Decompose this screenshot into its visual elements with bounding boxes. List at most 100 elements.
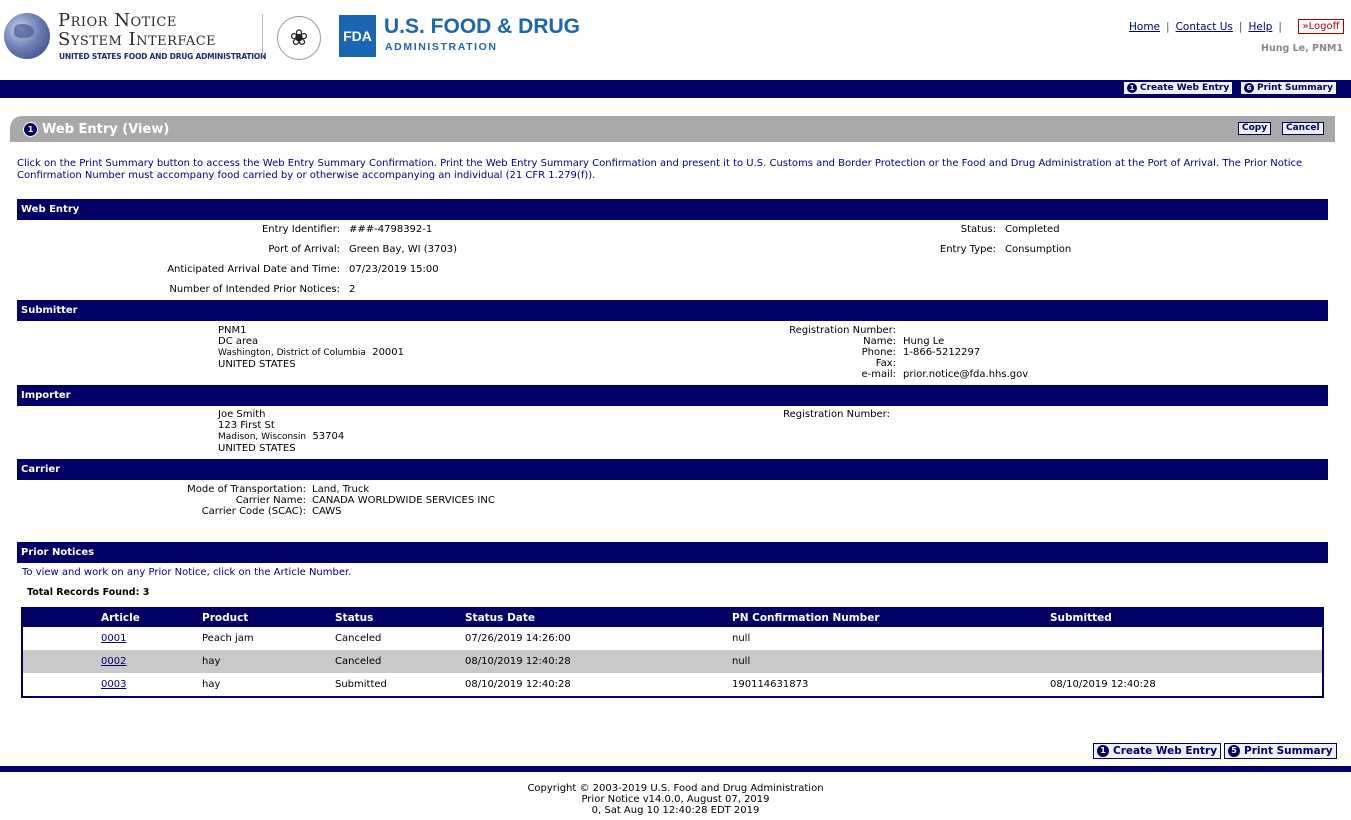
logoff-button[interactable]: »Logoff: [1298, 19, 1344, 34]
carrier-code-value: CAWS: [312, 506, 342, 517]
carrier-section-header: Carrier: [17, 459, 1328, 480]
submitter-section-header: Submitter: [17, 300, 1328, 321]
page-title-bar: [10, 116, 1335, 142]
footer-copyright: Copyright © 2003-2019 U.S. Food and Drug…: [527, 783, 824, 794]
submitter-line1: PNM1: [218, 325, 247, 336]
col-product: Product: [202, 608, 335, 627]
article-link[interactable]: 0003: [101, 679, 126, 690]
hhs-eagle-icon: ❀: [277, 16, 321, 60]
fda-mark: FDA: [339, 15, 376, 57]
total-records: Total Records Found: 3: [27, 587, 150, 598]
importer-city-line: Madison, Wisconsin 53704: [218, 431, 344, 443]
app-logo-title: Prior Notice System Interface: [58, 11, 216, 49]
footer-bar: [0, 766, 1351, 772]
help-link[interactable]: Help: [1248, 21, 1272, 33]
logo-subtitle: UNITED STATES FOOD AND DRUG ADMINISTRATI…: [59, 52, 267, 61]
submitter-zip: 20001: [372, 347, 405, 358]
status-label: Status:: [960, 224, 996, 235]
importer-section-header: Importer: [17, 385, 1328, 406]
footer-version: Prior Notice v14.0.0, August 07, 2019: [581, 794, 770, 805]
submitter-fax-label: Fax:: [875, 358, 896, 369]
header-divider: [262, 14, 263, 58]
intended-notices-value: 2: [349, 284, 356, 295]
importer-country: UNITED STATES: [218, 443, 296, 454]
prior-notices-instruction: To view and work on any Prior Notice, cl…: [22, 567, 352, 578]
col-status-date: Status Date: [465, 608, 732, 627]
submitter-reg-label: Registration Number:: [789, 325, 896, 336]
page-title: Web Entry (View): [42, 122, 170, 137]
row-submitted: [1050, 627, 1323, 650]
carrier-labels: Mode of Transportation: Carrier Name: Ca…: [140, 484, 306, 517]
submitter-address: PNM1 DC area Washington, District of Col…: [218, 325, 404, 370]
table-row: 0002 hay Canceled 08/10/2019 12:40:28 nu…: [22, 650, 1323, 673]
col-submitted: Submitted: [1050, 608, 1323, 627]
create-web-entry-button-top[interactable]: 1 Create Web Entry: [1123, 81, 1234, 95]
entry-identifier-value: ###-4798392-1: [349, 224, 433, 235]
carrier-name-value: CANADA WORLDWIDE SERVICES INC: [312, 495, 495, 506]
importer-reg-label: Registration Number:: [783, 409, 890, 420]
cancel-button[interactable]: Cancel: [1282, 122, 1324, 135]
importer-line1: Joe Smith: [218, 409, 266, 420]
entry-identifier-label: Entry Identifier:: [261, 224, 340, 235]
article-link[interactable]: 0001: [101, 633, 126, 644]
prior-notices-section-header: Prior Notices: [17, 542, 1328, 563]
link-separator: |: [1166, 21, 1170, 33]
col-pn-confirmation: PN Confirmation Number: [732, 608, 1050, 627]
row-submitted: 08/10/2019 12:40:28: [1050, 679, 1156, 690]
create-web-entry-label: Create Web Entry: [1113, 745, 1218, 757]
row-status: Canceled: [335, 633, 382, 644]
footer-timestamp: 0, Sat Aug 10 12:40:28 EDT 2019: [591, 805, 760, 816]
print-summary-button-bottom[interactable]: 5 Print Summary: [1224, 743, 1337, 759]
print-summary-label: Print Summary: [1244, 745, 1333, 757]
arrival-value: 07/23/2019 15:00: [349, 264, 439, 275]
carrier-mode-label: Mode of Transportation:: [187, 484, 306, 495]
web-entry-section-header: Web Entry: [17, 199, 1328, 220]
step-number-icon: 1: [1127, 83, 1137, 93]
article-link[interactable]: 0002: [101, 656, 126, 667]
row-pn-confirmation: 190114631873: [732, 679, 809, 690]
link-separator: |: [1278, 21, 1282, 33]
importer-address: Joe Smith 123 First St Madison, Wisconsi…: [218, 409, 344, 454]
submitter-phone-label: Phone:: [861, 347, 896, 358]
entry-type-value: Consumption: [1005, 244, 1072, 255]
entry-type-label: Entry Type:: [939, 244, 996, 255]
logo-title-line2: System Interface: [58, 29, 217, 50]
col-article: Article: [22, 608, 202, 627]
print-summary-label: Print Summary: [1257, 83, 1333, 93]
globe-land-icon: [14, 24, 34, 38]
carrier-code-label: Carrier Code (SCAC):: [201, 506, 306, 517]
fda-name: U.S. FOOD & DRUG: [384, 15, 581, 38]
create-web-entry-button-bottom[interactable]: 1 Create Web Entry: [1093, 743, 1222, 759]
step-number-icon: 5: [1228, 745, 1240, 757]
submitter-name-value: Hung Le: [903, 336, 945, 347]
submitter-phone-value: 1-866-5212297: [903, 347, 981, 358]
col-status: Status: [335, 608, 465, 627]
row-product: hay: [202, 679, 221, 690]
step-number-icon: 1: [1097, 745, 1109, 757]
importer-state: Wisconsin: [261, 432, 307, 442]
home-link[interactable]: Home: [1129, 21, 1160, 33]
logo-title-line1: Prior Notice: [58, 10, 177, 31]
port-of-arrival-label: Port of Arrival:: [268, 244, 340, 255]
table-header-row: Article Product Status Status Date PN Co…: [22, 608, 1323, 627]
arrival-label: Anticipated Arrival Date and Time:: [167, 264, 340, 275]
row-status-date: 08/10/2019 12:40:28: [465, 679, 571, 690]
step-number-icon: 6: [1244, 83, 1254, 93]
row-status-date: 07/26/2019 14:26:00: [465, 633, 571, 644]
row-pn-confirmation: null: [732, 633, 751, 644]
carrier-mode-value: Land, Truck: [312, 484, 370, 495]
submitter-state: District of Columbia: [276, 348, 366, 358]
submitter-fax-value: [903, 358, 1028, 369]
carrier-name-label: Carrier Name:: [235, 495, 306, 506]
importer-zip: 53704: [312, 431, 345, 442]
row-status-date: 08/10/2019 12:40:28: [465, 650, 732, 673]
submitter-city-line: Washington, District of Columbia 20001: [218, 347, 404, 359]
submitter-email-value: prior.notice@fda.hhs.gov: [903, 369, 1029, 380]
carrier-values: Land, Truck CANADA WORLDWIDE SERVICES IN…: [312, 484, 495, 517]
row-pn-confirmation: null: [732, 650, 1050, 673]
copy-button[interactable]: Copy: [1238, 122, 1272, 135]
port-of-arrival-value: Green Bay, WI (3703): [349, 244, 457, 255]
row-status: Canceled: [335, 650, 465, 673]
print-summary-button-top[interactable]: 6 Print Summary: [1240, 81, 1337, 95]
contact-link[interactable]: Contact Us: [1176, 21, 1233, 33]
